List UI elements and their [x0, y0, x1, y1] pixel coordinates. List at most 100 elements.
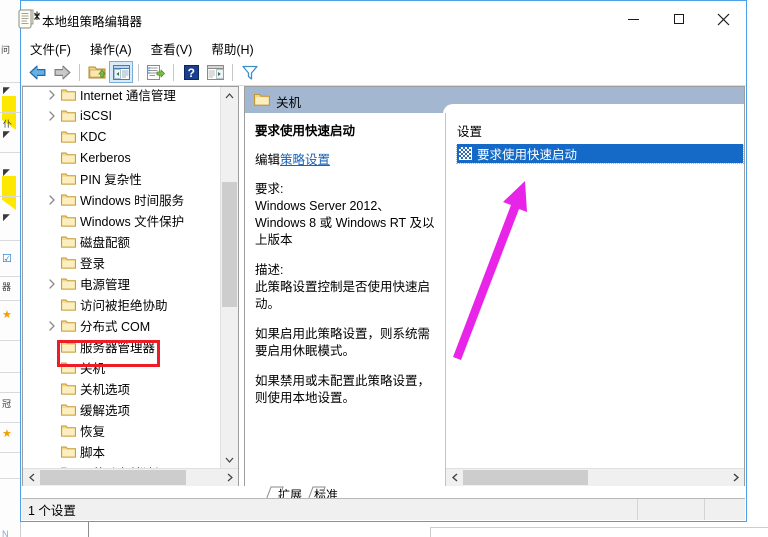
tree-item[interactable]: 关机选项	[23, 378, 221, 399]
show-hide-tree-icon[interactable]	[109, 61, 133, 83]
description-label: 描述:	[255, 263, 284, 277]
tree-item[interactable]: 脚本	[23, 441, 221, 462]
status-cell-2	[704, 499, 745, 520]
main-window: 本地组策略编辑器 文件(F) 操作(A) 查看(V) 帮助(H) ? Inter…	[18, 0, 747, 522]
tree-expander-placeholder	[43, 357, 60, 378]
tree-item-label: 服务器管理器	[80, 341, 156, 355]
tree-expander-placeholder	[43, 399, 60, 420]
tree-scroll-left-button[interactable]	[23, 469, 40, 486]
tree-scroll-down-button[interactable]	[221, 451, 238, 468]
tree-scroll-up-button[interactable]	[221, 87, 238, 104]
tree-item[interactable]: 磁盘配额	[23, 231, 221, 252]
background-window-strip: ◤ ◤ ◤ ◤ 仆 ☑ 器 ★ 冠 ★ N 问	[0, 0, 21, 537]
tree-item[interactable]: iSCSI	[23, 105, 221, 126]
export-list-icon[interactable]	[144, 61, 168, 83]
tree-item[interactable]: KDC	[23, 126, 221, 147]
svg-text:?: ?	[187, 66, 194, 80]
folder-icon	[60, 189, 77, 210]
tree-expander-icon[interactable]	[43, 273, 60, 294]
tree-scroll-area: Internet 通信管理 iSCSI KDC Kerberos PIN 复杂性 Wind…	[23, 87, 238, 468]
close-button[interactable]	[701, 1, 746, 37]
folder-icon	[60, 399, 77, 420]
tree-hscroll-track[interactable]	[40, 469, 221, 486]
up-folder-icon[interactable]	[85, 61, 109, 83]
tree-item[interactable]: 电源管理	[23, 273, 221, 294]
details-body: 要求使用快速启动 编辑策略设置 要求: Windows Server 2012、…	[245, 113, 744, 486]
settings-list-item[interactable]: 要求使用快速启动	[456, 144, 744, 164]
tree-horizontal-scrollbar[interactable]	[23, 468, 238, 486]
tree-item[interactable]: PIN 复杂性	[23, 168, 221, 189]
tree-expander-icon[interactable]	[43, 105, 60, 126]
tree-item[interactable]: 登录	[23, 252, 221, 273]
policy-document-icon	[18, 9, 40, 29]
tree-expander-placeholder	[43, 420, 60, 441]
tree-item-label: 脚本	[80, 446, 106, 460]
tree-item[interactable]: 访问被拒绝协助	[23, 294, 221, 315]
tree-item-label: KDC	[80, 129, 107, 144]
forward-icon[interactable]	[50, 61, 74, 83]
tree-item[interactable]: Kerberos	[23, 147, 221, 168]
description-paragraph-3: 如果禁用或未配置此策略设置，则使用本地设置。	[255, 374, 431, 405]
folder-icon	[60, 294, 77, 315]
settings-scroll-right-button[interactable]	[727, 469, 744, 486]
tree-expander-icon[interactable]	[43, 189, 60, 210]
minimize-button[interactable]	[611, 1, 656, 37]
settings-column-header: 设置	[457, 125, 483, 139]
menu-view[interactable]: 查看(V)	[151, 39, 193, 58]
edit-policy-setting-link[interactable]: 策略设置	[280, 153, 330, 167]
tree-expander-icon[interactable]	[43, 315, 60, 336]
tree-item-label: PIN 复杂性	[80, 173, 142, 187]
filter-icon[interactable]	[238, 61, 262, 83]
tree-scrollbar-thumb[interactable]	[222, 182, 237, 307]
tree-item[interactable]: 恢复	[23, 420, 221, 441]
tree-item-label: iSCSI	[80, 108, 112, 123]
window-title: 本地组策略编辑器	[42, 15, 143, 29]
screen: ◤ ◤ ◤ ◤ 仆 ☑ 器 ★ 冠 ★ N 问 本地组策略编辑器 文件(F) 操…	[0, 0, 768, 537]
menu-file[interactable]: 文件(F)	[30, 39, 71, 58]
settings-hscroll-thumb[interactable]	[463, 470, 588, 485]
settings-hscroll-track[interactable]	[463, 469, 727, 486]
tree-item[interactable]: 关机	[23, 357, 221, 378]
title-bar[interactable]: 本地组策略编辑器	[18, 1, 746, 37]
tree-item[interactable]: Windows 文件保护	[23, 210, 221, 231]
tree-item[interactable]: 分布式 COM	[23, 315, 221, 336]
tree-item[interactable]: Internet 通信管理	[23, 87, 221, 105]
show-pane-icon[interactable]	[203, 61, 227, 83]
back-icon[interactable]	[26, 61, 50, 83]
maximize-button[interactable]	[656, 1, 701, 37]
tree-item-label: 电源管理	[80, 278, 131, 292]
settings-horizontal-scrollbar[interactable]	[446, 468, 744, 486]
window-controls	[611, 1, 746, 37]
folder-icon	[60, 315, 77, 336]
tree-expander-icon[interactable]	[43, 87, 60, 105]
folder-icon	[60, 126, 77, 147]
folder-icon	[60, 441, 77, 462]
help-icon[interactable]: ?	[179, 61, 203, 83]
toolbar-separator-3	[173, 63, 174, 81]
tree-vertical-scrollbar[interactable]	[220, 87, 238, 468]
menu-help[interactable]: 帮助(H)	[211, 39, 253, 58]
content-split: Internet 通信管理 iSCSI KDC Kerberos PIN 复杂性 Wind…	[22, 86, 745, 487]
tree-item-label: 访问被拒绝协助	[80, 299, 168, 313]
folder-icon	[60, 168, 77, 189]
toolbar-separator	[79, 63, 80, 81]
tree-item[interactable]: 缓解选项	[23, 399, 221, 420]
tree-expander-placeholder	[43, 441, 60, 462]
tree-hscroll-thumb[interactable]	[40, 470, 186, 485]
toolbar-separator-2	[138, 63, 139, 81]
requirement-text: Windows Server 2012、Windows 8 或 Windows …	[255, 199, 435, 247]
settings-scroll-left-button[interactable]	[446, 469, 463, 486]
tree-item-label: 缓解选项	[80, 404, 131, 418]
tree-item-label: 关机	[80, 362, 106, 376]
folder-icon	[60, 378, 77, 399]
requirement-label: 要求:	[255, 182, 284, 196]
tree-expander-placeholder	[43, 294, 60, 315]
description-paragraph-1: 此策略设置控制是否使用快速启动。	[255, 280, 431, 311]
tree-item-label: 恢复	[80, 425, 106, 439]
status-cell-1	[637, 499, 704, 520]
menu-action[interactable]: 操作(A)	[90, 39, 132, 58]
tree-item[interactable]: Windows 时间服务	[23, 189, 221, 210]
folder-icon	[254, 92, 270, 109]
tree-scroll-right-button[interactable]	[221, 469, 238, 486]
tree-item[interactable]: 服务器管理器	[23, 336, 221, 357]
